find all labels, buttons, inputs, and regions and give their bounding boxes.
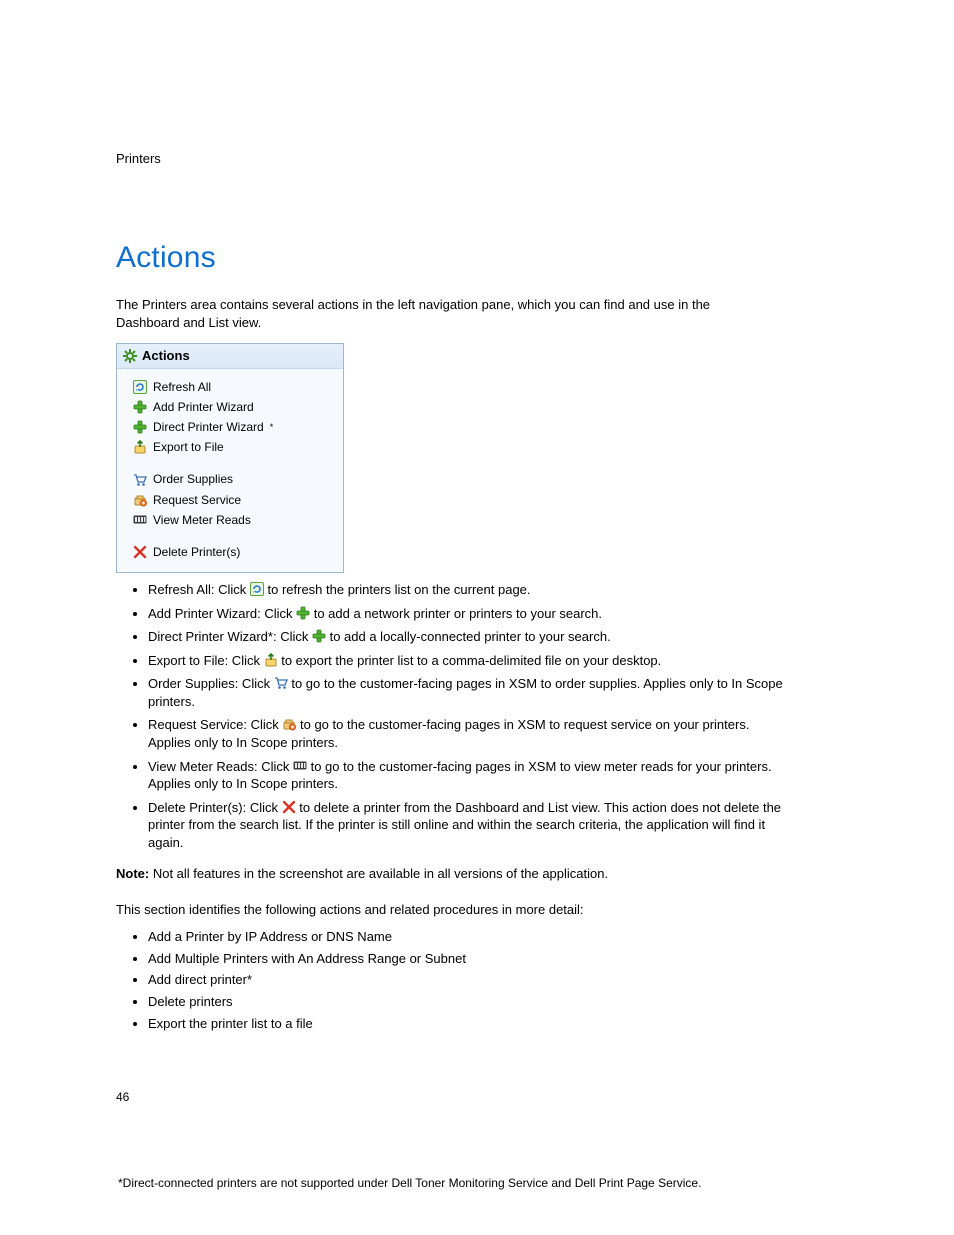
action-label: View Meter Reads bbox=[153, 512, 251, 528]
actions-panel-header: Actions bbox=[117, 344, 343, 369]
plus-icon bbox=[133, 400, 147, 414]
meter-icon bbox=[293, 759, 307, 773]
section-header: Printers bbox=[116, 150, 836, 168]
action-label: Delete Printer(s) bbox=[153, 544, 240, 560]
action-label: Add Printer Wizard bbox=[153, 399, 254, 415]
following-list: Add a Printer by IP Address or DNS Name A… bbox=[116, 928, 836, 1032]
description-item: Order Supplies: Click to go to the custo… bbox=[148, 675, 788, 710]
plus-icon bbox=[312, 629, 326, 643]
export-icon bbox=[264, 653, 278, 667]
export-icon bbox=[133, 440, 147, 454]
action-label: Request Service bbox=[153, 492, 241, 508]
bullet-lead: Order Supplies: Click bbox=[148, 676, 274, 691]
bullet-lead: Request Service: Click bbox=[148, 717, 282, 732]
footnote: *Direct-connected printers are not suppo… bbox=[118, 1175, 701, 1191]
following-item: Add direct printer* bbox=[148, 971, 836, 989]
bullet-lead: View Meter Reads: Click bbox=[148, 759, 293, 774]
bullet-lead: Delete Printer(s): Click bbox=[148, 800, 282, 815]
following-intro: This section identifies the following ac… bbox=[116, 901, 836, 919]
action-refresh-all[interactable]: Refresh All bbox=[133, 377, 333, 397]
service-icon bbox=[133, 493, 147, 507]
note-paragraph: Note: Not all features in the screenshot… bbox=[116, 865, 756, 883]
description-item: Direct Printer Wizard*: Click to add a l… bbox=[148, 628, 788, 646]
action-label: Order Supplies bbox=[153, 471, 233, 487]
actions-description-list: Refresh All: Click to refresh the printe… bbox=[116, 581, 788, 851]
cart-icon bbox=[133, 473, 147, 487]
plus-icon bbox=[296, 606, 310, 620]
delete-icon bbox=[282, 800, 296, 814]
plus-icon bbox=[133, 420, 147, 434]
actions-panel-title: Actions bbox=[142, 347, 190, 365]
following-item: Add Multiple Printers with An Address Ra… bbox=[148, 950, 836, 968]
action-request-service[interactable]: Request Service bbox=[133, 490, 333, 510]
action-view-meter[interactable]: View Meter Reads bbox=[133, 510, 333, 530]
cart-icon bbox=[274, 676, 288, 690]
refresh-icon bbox=[133, 380, 147, 394]
note-text: Not all features in the screenshot are a… bbox=[149, 866, 608, 881]
actions-panel: Actions Refresh All Add Printer Wizard Dir… bbox=[116, 343, 344, 573]
description-item: Request Service: Click to go to the cust… bbox=[148, 716, 788, 751]
page-title: Actions bbox=[116, 238, 836, 279]
gear-icon bbox=[123, 349, 137, 363]
note-label: Note: bbox=[116, 866, 149, 881]
bullet-tail: to add a locally-connected printer to yo… bbox=[326, 629, 611, 644]
action-add-printer[interactable]: Add Printer Wizard bbox=[133, 397, 333, 417]
description-item: View Meter Reads: Click to go to the cus… bbox=[148, 758, 788, 793]
action-delete-printers[interactable]: Delete Printer(s) bbox=[133, 542, 333, 562]
action-label: Export to File bbox=[153, 439, 224, 455]
following-item: Export the printer list to a file bbox=[148, 1015, 836, 1033]
refresh-icon bbox=[250, 582, 264, 596]
description-item: Add Printer Wizard: Click to add a netwo… bbox=[148, 605, 788, 623]
bullet-tail: to refresh the printers list on the curr… bbox=[264, 582, 531, 597]
action-direct-printer[interactable]: Direct Printer Wizard * bbox=[133, 417, 333, 437]
action-order-supplies[interactable]: Order Supplies bbox=[133, 469, 333, 489]
bullet-tail: to add a network printer or printers to … bbox=[310, 606, 602, 621]
service-icon bbox=[282, 717, 296, 731]
meter-icon bbox=[133, 513, 147, 527]
bullet-lead: Direct Printer Wizard*: Click bbox=[148, 629, 312, 644]
actions-panel-body: Refresh All Add Printer Wizard Direct Prin… bbox=[117, 369, 343, 573]
bullet-tail: to export the printer list to a comma-de… bbox=[278, 653, 662, 668]
description-item: Refresh All: Click to refresh the printe… bbox=[148, 581, 788, 599]
following-item: Add a Printer by IP Address or DNS Name bbox=[148, 928, 836, 946]
action-label: Direct Printer Wizard bbox=[153, 419, 264, 435]
description-item: Export to File: Click to export the prin… bbox=[148, 652, 788, 670]
description-item: Delete Printer(s): Click to delete a pri… bbox=[148, 799, 788, 852]
bullet-lead: Add Printer Wizard: Click bbox=[148, 606, 296, 621]
delete-icon bbox=[133, 545, 147, 559]
bullet-lead: Export to File: Click bbox=[148, 653, 264, 668]
action-label: Refresh All bbox=[153, 379, 211, 395]
following-item: Delete printers bbox=[148, 993, 836, 1011]
page-number: 46 bbox=[116, 1089, 129, 1105]
footnote-marker: * bbox=[270, 421, 274, 433]
bullet-lead: Refresh All: Click bbox=[148, 582, 250, 597]
intro-paragraph: The Printers area contains several actio… bbox=[116, 296, 756, 331]
action-export-file[interactable]: Export to File bbox=[133, 437, 333, 457]
